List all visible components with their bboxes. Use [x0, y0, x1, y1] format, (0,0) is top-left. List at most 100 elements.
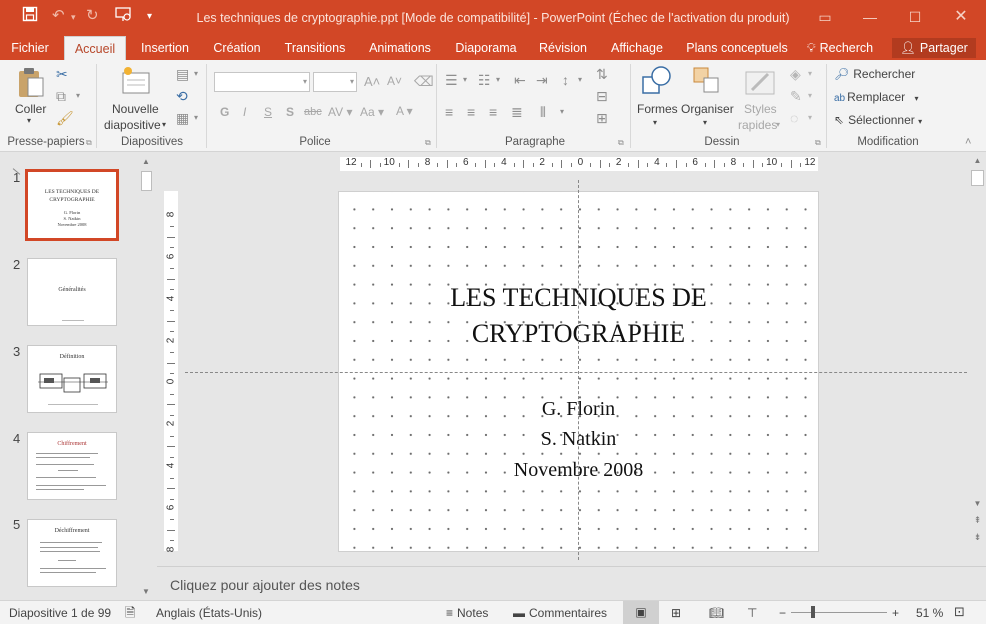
zoom-out-icon[interactable]: − [779, 606, 786, 620]
scroll-up-arrow-icon[interactable]: ▲ [969, 156, 986, 165]
notes-placeholder[interactable]: Cliquez pour ajouter des notes [170, 577, 360, 593]
customize-quick-access-icon[interactable]: ▾ [147, 11, 152, 22]
zoom-in-icon[interactable]: + [892, 606, 899, 620]
copy-dropdown-icon[interactable]: ▾ [76, 91, 80, 100]
tell-me-search[interactable]: 💡︎ Recherch [803, 36, 877, 60]
font-size-dropdown-icon[interactable]: ▾ [350, 77, 354, 86]
shape-fill-icon[interactable]: ◈ [790, 66, 801, 83]
columns-icon[interactable]: ⫴ [540, 104, 546, 121]
shape-outline-dropdown-icon[interactable]: ▾ [808, 91, 812, 100]
italic-icon[interactable]: I [243, 105, 246, 119]
line-spacing-icon[interactable]: ↕ [562, 72, 569, 88]
thumbnail-slide-3[interactable]: Définition [27, 345, 117, 413]
shape-outline-icon[interactable]: ✎ [790, 88, 802, 105]
shapes-dropdown-icon[interactable]: ▾ [653, 118, 657, 127]
line-spacing-dropdown-icon[interactable]: ▾ [578, 75, 582, 84]
paste-label[interactable]: Coller [15, 102, 46, 116]
vertical-guide[interactable] [578, 180, 579, 560]
arrange-dropdown-icon[interactable]: ▾ [703, 118, 707, 127]
font-family-dropdown-icon[interactable]: ▾ [303, 77, 307, 86]
undo-icon[interactable]: ↶ [52, 6, 65, 24]
arrange-label[interactable]: Organiser [681, 102, 734, 116]
normal-view-icon[interactable]: ▣ [623, 601, 659, 624]
new-slide-icon[interactable] [120, 65, 152, 100]
tab-accueil[interactable]: Accueil [64, 36, 126, 60]
section-icon[interactable]: ▦ [176, 110, 189, 127]
new-slide-label-2[interactable]: diapositive [104, 118, 161, 132]
zoom-level[interactable]: 51 % [916, 606, 943, 620]
character-spacing-icon[interactable]: AV ▾ [328, 105, 352, 119]
maximize-button[interactable]: ☐ [900, 6, 930, 28]
thumbnail-slide-5[interactable]: Déchiffrement [27, 519, 117, 587]
align-center-icon[interactable]: ≡ [467, 104, 475, 120]
collapse-ribbon-icon[interactable]: ˄ [965, 136, 971, 148]
shape-effects-icon[interactable]: ◌ [790, 110, 798, 126]
tab-creation[interactable]: Création [206, 36, 268, 60]
font-launcher-icon[interactable]: ⧉ [425, 138, 431, 148]
reset-slide-icon[interactable]: ⟲ [176, 88, 188, 105]
numbering-dropdown-icon[interactable]: ▾ [496, 75, 500, 84]
tab-animations[interactable]: Animations [362, 36, 438, 60]
scroll-thumb[interactable] [971, 170, 984, 186]
quick-styles-dropdown-icon[interactable]: ▾ [776, 120, 780, 129]
layout-icon[interactable]: ▤ [176, 66, 189, 83]
tab-transitions[interactable]: Transitions [279, 36, 351, 60]
previous-slide-icon[interactable]: ⇞ [969, 515, 986, 526]
tab-plans-conceptuels[interactable]: Plans conceptuels [682, 36, 792, 60]
shape-effects-dropdown-icon[interactable]: ▾ [808, 113, 812, 122]
decrease-font-icon[interactable]: A˅ [387, 74, 402, 88]
fit-to-window-icon[interactable]: ⊡ [954, 604, 965, 620]
scroll-up-arrow-icon[interactable]: ▲ [139, 157, 153, 166]
paste-dropdown-icon[interactable]: ▾ [27, 116, 31, 125]
slide-sorter-view-icon[interactable]: ⊞ [671, 606, 681, 620]
editor-scrollbar[interactable]: ▲ ▼ ⇞ ⇟ [969, 153, 986, 565]
thumbnail-slide-4[interactable]: Chiffrement [27, 432, 117, 500]
share-button[interactable]: 👤︎ Partager [892, 38, 976, 58]
select-button[interactable]: ⇖ Sélectionner ▾ [834, 113, 922, 127]
change-case-icon[interactable]: Aa ▾ [360, 105, 384, 119]
new-slide-dropdown-icon[interactable]: ▾ [162, 120, 166, 129]
font-family-combo[interactable]: ▾ [214, 72, 310, 92]
tab-revision[interactable]: Révision [533, 36, 593, 60]
underline-icon[interactable]: S [264, 105, 272, 119]
columns-dropdown-icon[interactable]: ▾ [560, 107, 564, 116]
notes-pane[interactable]: Cliquez pour ajouter des notes [157, 566, 986, 600]
drawing-launcher-icon[interactable]: ⧉ [815, 138, 821, 148]
close-button[interactable]: ✕ [946, 6, 976, 28]
layout-dropdown-icon[interactable]: ▾ [194, 69, 198, 78]
font-size-combo[interactable]: ▾ [313, 72, 357, 92]
paste-icon[interactable] [16, 66, 46, 103]
new-slide-label[interactable]: Nouvelle [112, 102, 159, 116]
format-painter-icon[interactable]: 🖌︎ [56, 110, 74, 127]
paragraph-launcher-icon[interactable]: ⧉ [618, 138, 624, 148]
tab-diaporama[interactable]: Diaporama [450, 36, 522, 60]
cut-icon[interactable]: ✂ [56, 66, 68, 83]
quick-styles-label-2[interactable]: rapides [738, 118, 777, 132]
numbering-icon[interactable]: ☷ [478, 72, 491, 89]
replace-dropdown-icon[interactable]: ▾ [915, 94, 919, 103]
section-dropdown-icon[interactable]: ▾ [194, 113, 198, 122]
increase-font-icon[interactable]: A˄ [364, 74, 380, 89]
next-slide-icon[interactable]: ⇟ [969, 532, 986, 543]
undo-dropdown-icon[interactable]: ▾ [71, 12, 76, 23]
repeat-icon[interactable]: ↻ [86, 6, 99, 24]
start-slideshow-icon[interactable] [115, 6, 133, 26]
clear-formatting-icon[interactable]: ⌫ [414, 73, 434, 90]
strikethrough-icon[interactable]: abc [304, 106, 322, 118]
thumbnail-slide-1[interactable]: LES TECHNIQUES DE CRYPTOGRAPHIE G. Flori… [25, 169, 119, 241]
tab-fichier[interactable]: Fichier [4, 36, 56, 60]
select-dropdown-icon[interactable]: ▾ [918, 117, 922, 126]
align-text-icon[interactable]: ⊟ [596, 88, 608, 105]
text-direction-icon[interactable]: ⇅ [596, 66, 608, 83]
slideshow-view-icon[interactable]: ⊤ [747, 606, 757, 620]
notes-toggle[interactable]: ≡ Notes [446, 606, 488, 620]
shapes-icon[interactable] [641, 65, 673, 100]
replace-button[interactable]: ab Remplacer ▾ [834, 90, 919, 104]
ribbon-display-options-icon[interactable]: ▭ [810, 6, 840, 28]
decrease-indent-icon[interactable]: ⇤ [514, 72, 526, 89]
copy-icon[interactable]: ⧉ [56, 88, 66, 105]
minimize-button[interactable]: — [855, 6, 885, 28]
quick-styles-icon[interactable] [744, 66, 776, 101]
quick-styles-label[interactable]: Styles [744, 102, 777, 116]
justify-icon[interactable]: ≣ [511, 104, 523, 121]
